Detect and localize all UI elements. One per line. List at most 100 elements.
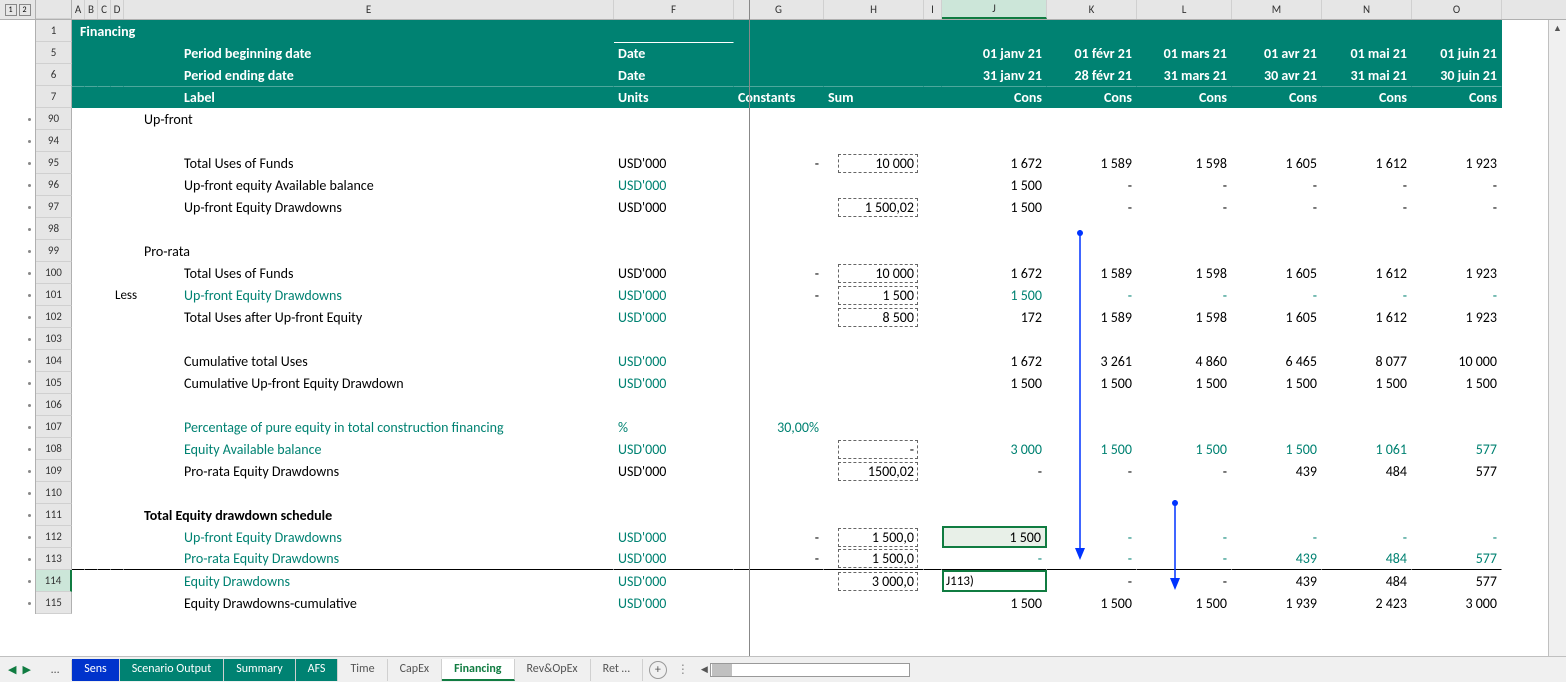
cell-O112[interactable]: -: [1412, 526, 1502, 548]
cell-A106[interactable]: [72, 394, 85, 416]
cell-C5[interactable]: [98, 42, 111, 64]
cell-H104[interactable]: [824, 350, 924, 372]
cell-B114[interactable]: [85, 570, 98, 592]
row-header-110[interactable]: 110: [36, 482, 72, 504]
cell-K106[interactable]: [1047, 394, 1137, 416]
outline-gutter-108[interactable]: [0, 438, 36, 460]
cell-N111[interactable]: [1322, 504, 1412, 526]
cell-A90[interactable]: [72, 108, 85, 130]
cell-M94[interactable]: [1232, 130, 1322, 152]
cell-E113[interactable]: Pro-rata Equity Drawdowns: [124, 548, 614, 570]
cell-I7[interactable]: [924, 86, 942, 108]
cell-B90[interactable]: [85, 108, 98, 130]
cell-N105[interactable]: 1 500: [1322, 372, 1412, 394]
cell-K99[interactable]: [1047, 240, 1137, 262]
cell-A103[interactable]: [72, 328, 85, 350]
column-header-K[interactable]: K: [1047, 0, 1137, 19]
cell-M107[interactable]: [1232, 416, 1322, 438]
cell-F102[interactable]: USD'000: [614, 306, 734, 328]
cell-K108[interactable]: 1 500: [1047, 438, 1137, 460]
cell-C96[interactable]: [98, 174, 111, 196]
cell-F113[interactable]: USD'000: [614, 548, 734, 570]
cell-C95[interactable]: [98, 152, 111, 174]
scroll-up-icon[interactable]: ▲: [1549, 20, 1566, 36]
row-header-109[interactable]: 109: [36, 460, 72, 482]
row-header-114[interactable]: 114: [36, 570, 72, 592]
cell-A95[interactable]: [72, 152, 85, 174]
row-header-115[interactable]: 115: [36, 592, 72, 614]
cell-D90[interactable]: [111, 108, 124, 130]
cell-M6[interactable]: 30 avr 21: [1232, 64, 1322, 86]
cell-M113[interactable]: 439: [1232, 548, 1322, 570]
cell-E7[interactable]: Label: [124, 86, 614, 108]
cell-M112[interactable]: -: [1232, 526, 1322, 548]
row-header-7[interactable]: 7: [36, 86, 72, 108]
cell-C105[interactable]: [98, 372, 111, 394]
cell-H6[interactable]: [824, 64, 924, 86]
cell-O100[interactable]: 1 923: [1412, 262, 1502, 284]
cell-K112[interactable]: -: [1047, 526, 1137, 548]
cell-K90[interactable]: [1047, 108, 1137, 130]
cell-D100[interactable]: [111, 262, 124, 284]
cell-E114[interactable]: Equity Drawdowns: [124, 570, 614, 592]
outline-gutter-95[interactable]: [0, 152, 36, 174]
cell-O6[interactable]: 30 juin 21: [1412, 64, 1502, 86]
outline-gutter-97[interactable]: [0, 196, 36, 218]
cell-B110[interactable]: [85, 482, 98, 504]
cell-J94[interactable]: [942, 130, 1047, 152]
cell-N113[interactable]: 484: [1322, 548, 1412, 570]
cell-B104[interactable]: [85, 350, 98, 372]
cell-N107[interactable]: [1322, 416, 1412, 438]
cell-E90[interactable]: Up-front: [124, 108, 614, 130]
cell-J105[interactable]: 1 500: [942, 372, 1047, 394]
cell-O99[interactable]: [1412, 240, 1502, 262]
cell-N103[interactable]: [1322, 328, 1412, 350]
cell-A114[interactable]: [72, 570, 85, 592]
cell-D108[interactable]: [111, 438, 124, 460]
cell-C104[interactable]: [98, 350, 111, 372]
cell-C112[interactable]: [98, 526, 111, 548]
cell-H96[interactable]: [824, 174, 924, 196]
column-header-O[interactable]: O: [1412, 0, 1502, 19]
row-header-95[interactable]: 95: [36, 152, 72, 174]
sheet-tab-summary[interactable]: Summary: [224, 659, 295, 681]
cell-I6[interactable]: [924, 64, 942, 86]
outline-gutter-114[interactable]: [0, 570, 36, 592]
scroll-left-icon[interactable]: ◀: [699, 664, 710, 675]
cell-O111[interactable]: [1412, 504, 1502, 526]
cell-H100[interactable]: 10 000: [824, 262, 924, 284]
row-header-90[interactable]: 90: [36, 108, 72, 130]
cell-F94[interactable]: [614, 130, 734, 152]
cell-K105[interactable]: 1 500: [1047, 372, 1137, 394]
cell-G95[interactable]: -: [734, 152, 824, 174]
cell-E108[interactable]: Equity Available balance: [124, 438, 614, 460]
cell-H94[interactable]: [824, 130, 924, 152]
title-cell[interactable]: Financing: [72, 20, 1502, 42]
column-header-C[interactable]: C: [98, 0, 111, 19]
cell-A7[interactable]: [72, 86, 85, 108]
cell-O103[interactable]: [1412, 328, 1502, 350]
cell-M111[interactable]: [1232, 504, 1322, 526]
cell-C97[interactable]: [98, 196, 111, 218]
cell-G5[interactable]: [734, 42, 824, 64]
outline-gutter-96[interactable]: [0, 174, 36, 196]
cell-O110[interactable]: [1412, 482, 1502, 504]
outline-gutter-113[interactable]: [0, 548, 36, 570]
cell-C114[interactable]: [98, 570, 111, 592]
cell-K104[interactable]: 3 261: [1047, 350, 1137, 372]
row-header-113[interactable]: 113: [36, 548, 72, 570]
cell-F95[interactable]: USD'000: [614, 152, 734, 174]
sheet-tab-sens[interactable]: Sens: [72, 659, 119, 681]
column-header-I[interactable]: I: [924, 0, 942, 19]
row-header-108[interactable]: 108: [36, 438, 72, 460]
cell-F106[interactable]: [614, 394, 734, 416]
cell-O105[interactable]: 1 500: [1412, 372, 1502, 394]
cell-J109[interactable]: -: [942, 460, 1047, 482]
tab-nav-next-icon[interactable]: ▶: [20, 661, 32, 678]
cell-M103[interactable]: [1232, 328, 1322, 350]
cell-N114[interactable]: 484: [1322, 570, 1412, 592]
sheet-tab-scenario-output[interactable]: Scenario Output: [120, 659, 225, 681]
cell-B111[interactable]: [85, 504, 98, 526]
cell-M105[interactable]: 1 500: [1232, 372, 1322, 394]
cell-G113[interactable]: -: [734, 548, 824, 570]
